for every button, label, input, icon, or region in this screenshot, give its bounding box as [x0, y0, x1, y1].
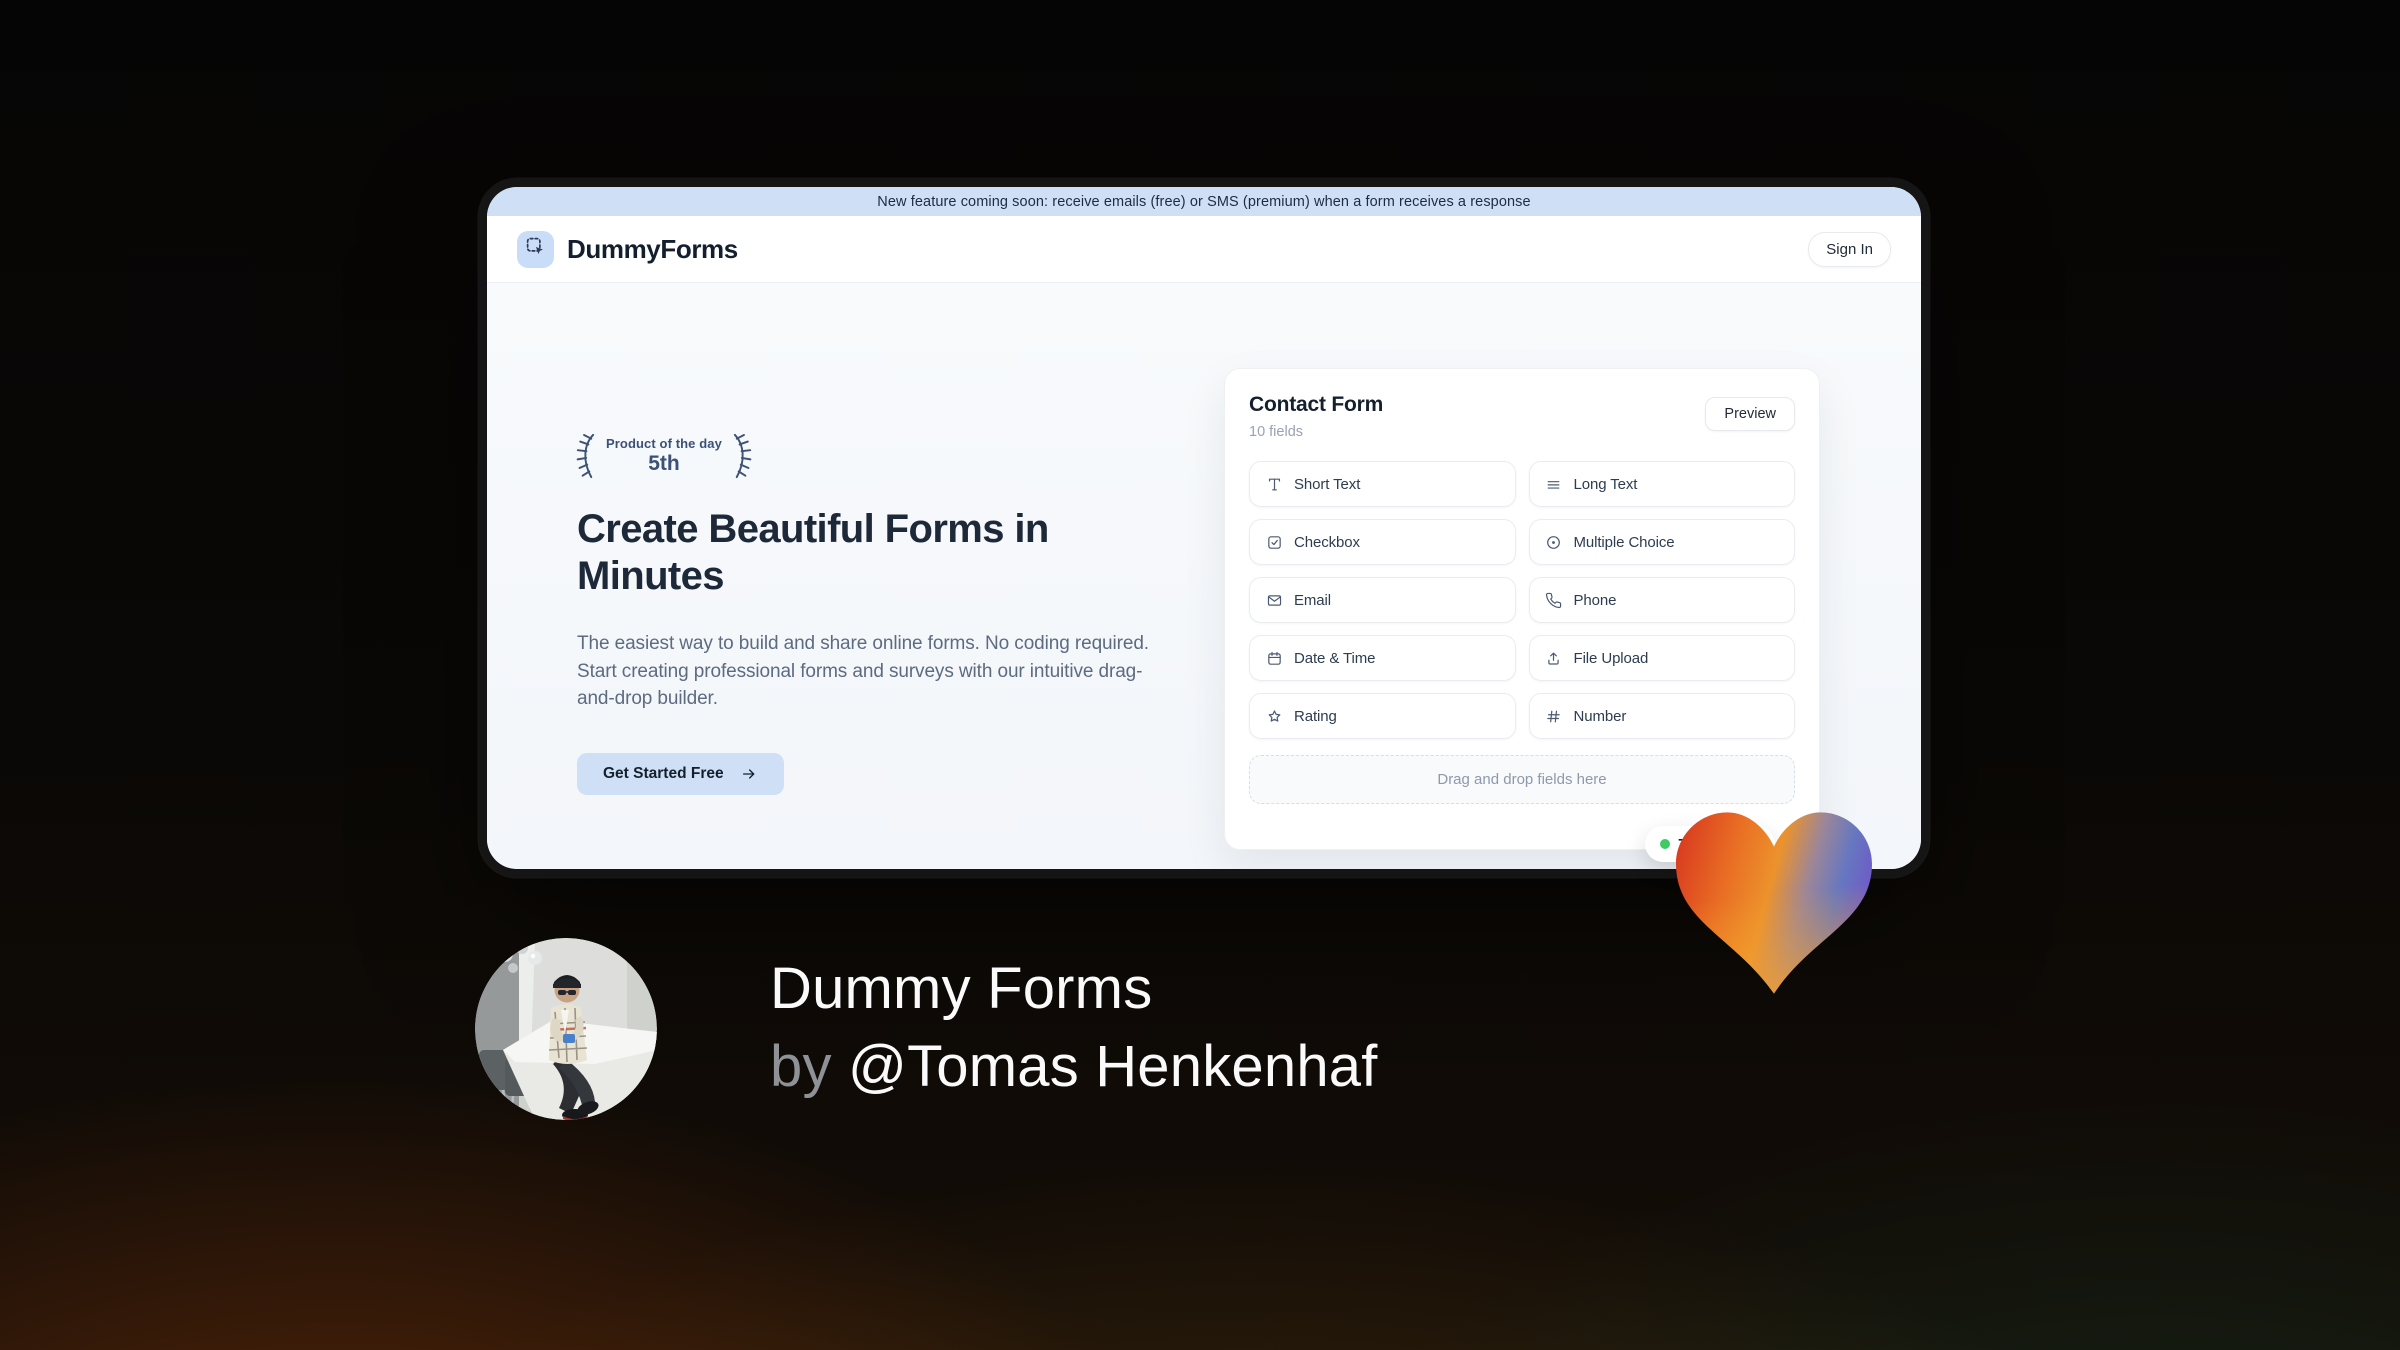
- brand-logo: [517, 230, 554, 268]
- app-window: New feature coming soon: receive emails …: [487, 187, 1921, 869]
- long-text-icon: [1545, 475, 1563, 493]
- gradient-heart-icon: [1676, 812, 1872, 999]
- rating-icon: [1265, 707, 1283, 725]
- caption-by: by: [770, 1034, 832, 1099]
- number-icon: [1545, 707, 1563, 725]
- field-type-label: File Upload: [1573, 649, 1649, 667]
- product-of-the-day-badge: Product of the day 5th: [573, 430, 1177, 482]
- field-type-rating[interactable]: Rating: [1249, 693, 1516, 739]
- field-type-label: Short Text: [1294, 475, 1361, 493]
- field-type-number[interactable]: Number: [1528, 693, 1795, 739]
- field-type-label: Phone: [1573, 591, 1617, 609]
- field-type-file-upload[interactable]: File Upload: [1528, 635, 1795, 681]
- preview-button[interactable]: Preview: [1705, 397, 1795, 431]
- field-type-checkbox[interactable]: Checkbox: [1249, 519, 1516, 565]
- field-type-short-text[interactable]: Short Text: [1249, 461, 1516, 507]
- multiple-choice-icon: [1545, 533, 1563, 551]
- award-rank: 5th: [648, 452, 680, 475]
- hero-heading: Create Beautiful Forms in Minutes: [577, 507, 1049, 598]
- field-type-phone[interactable]: Phone: [1528, 577, 1795, 623]
- hero-subheading: The easiest way to build and share onlin…: [577, 633, 1149, 709]
- phone-icon: [1545, 591, 1563, 609]
- caption-author-line: by @Tomas Henkenhaf: [770, 1028, 1378, 1106]
- drag-drop-text: Drag and drop fields here: [1437, 771, 1607, 788]
- award-label: Product of the day: [606, 436, 722, 451]
- date-time-icon: [1265, 649, 1283, 667]
- field-type-label: Multiple Choice: [1573, 533, 1675, 551]
- field-type-date-time[interactable]: Date & Time: [1249, 635, 1516, 681]
- caption-author: @Tomas Henkenhaf: [848, 1034, 1378, 1099]
- laurel-branch-icon: [733, 433, 752, 479]
- cta-label: Get Started Free: [603, 764, 724, 782]
- file-upload-icon: [1545, 649, 1563, 667]
- checkbox-icon: [1265, 533, 1283, 551]
- online-dot-icon: [1660, 839, 1670, 849]
- promo-canvas: New feature coming soon: receive emails …: [0, 0, 2400, 1350]
- dashed-selection-cursor-icon: [525, 236, 546, 262]
- get-started-button[interactable]: Get Started Free: [577, 752, 784, 795]
- field-type-long-text[interactable]: Long Text: [1528, 461, 1795, 507]
- field-type-label: Email: [1294, 591, 1332, 609]
- laurel-branch-icon: [576, 433, 595, 479]
- arrow-right-icon: [740, 766, 758, 782]
- field-type-email[interactable]: Email: [1249, 577, 1516, 623]
- announcement-banner: New feature coming soon: receive emails …: [487, 187, 1921, 216]
- form-builder-card: Contact Form 10 fields Preview Short Tex…: [1224, 368, 1820, 850]
- app-header: DummyForms Sign In: [487, 216, 1921, 283]
- field-type-multiple-choice[interactable]: Multiple Choice: [1528, 519, 1795, 565]
- announcement-text: New feature coming soon: receive emails …: [877, 193, 1531, 210]
- short-text-icon: [1265, 475, 1283, 493]
- field-type-label: Date & Time: [1294, 649, 1376, 667]
- field-type-label: Long Text: [1573, 475, 1638, 493]
- author-photo-avatar: [475, 938, 657, 1120]
- drag-drop-zone[interactable]: Drag and drop fields here: [1249, 755, 1795, 804]
- field-type-grid: Short Text Long Text Checkbox Multiple Choi…: [1249, 461, 1795, 739]
- caption-title: Dummy Forms: [770, 956, 1153, 1021]
- hero-left-column: Product of the day 5th Create Beautiful …: [576, 430, 1177, 795]
- email-icon: [1265, 591, 1283, 609]
- form-field-count: 10 fields: [1249, 424, 1304, 440]
- field-type-label: Checkbox: [1294, 533, 1360, 551]
- field-type-label: Number: [1573, 707, 1627, 725]
- form-title: Contact Form: [1249, 393, 1384, 416]
- hero-section: Product of the day 5th Create Beautiful …: [487, 283, 1921, 869]
- field-type-label: Rating: [1294, 707, 1337, 725]
- caption: Dummy Forms by @Tomas Henkenhaf: [770, 950, 1378, 1106]
- award-text: Product of the day 5th: [606, 436, 722, 476]
- brand-name: DummyForms: [567, 233, 738, 264]
- sign-in-button[interactable]: Sign In: [1808, 231, 1891, 267]
